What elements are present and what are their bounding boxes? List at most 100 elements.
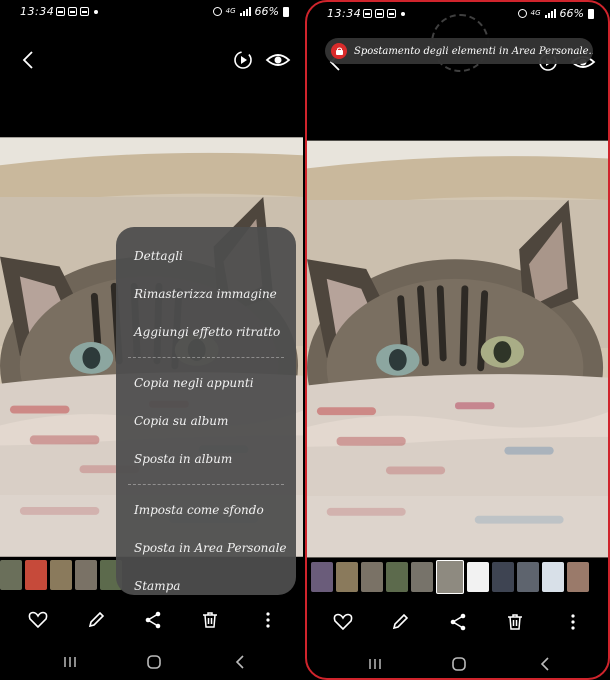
phone-screen-right: 13:34 4G 66% Spostamento degli elementi … bbox=[305, 0, 610, 680]
visibility-button[interactable] bbox=[265, 48, 291, 72]
home-button[interactable] bbox=[449, 654, 469, 674]
favorite-button[interactable] bbox=[26, 608, 50, 632]
home-icon bbox=[147, 655, 161, 669]
thumbnail[interactable] bbox=[567, 562, 589, 592]
thumbnail[interactable] bbox=[75, 560, 97, 590]
nav-back-icon bbox=[235, 655, 244, 669]
menu-item-remaster[interactable]: Rimasterizza immagine bbox=[116, 275, 296, 313]
thumbnail[interactable] bbox=[411, 562, 433, 592]
delete-button[interactable] bbox=[198, 608, 222, 632]
thumbnail[interactable] bbox=[492, 562, 514, 592]
battery-icon bbox=[588, 8, 594, 19]
more-vertical-icon bbox=[266, 612, 270, 628]
image-notification-icon bbox=[375, 9, 384, 18]
edit-button[interactable] bbox=[84, 608, 108, 632]
more-options-menu: Dettagli Rimasterizza immagine Aggiungi … bbox=[116, 227, 296, 595]
share-button[interactable] bbox=[446, 610, 470, 634]
share-button[interactable] bbox=[141, 608, 165, 632]
status-bar: 13:34 4G 66% bbox=[0, 0, 303, 26]
remaster-button[interactable] bbox=[231, 48, 255, 72]
more-options-button[interactable] bbox=[256, 608, 280, 632]
pencil-icon bbox=[88, 611, 105, 628]
phone-screen-left: 13:34 4G 66% Dettagli Rimasterizza immag… bbox=[0, 0, 303, 680]
remaster-icon bbox=[234, 51, 252, 69]
thumbnail[interactable] bbox=[517, 562, 539, 592]
menu-item-set-wallpaper[interactable]: Imposta come sfondo bbox=[116, 491, 296, 529]
edit-button[interactable] bbox=[388, 610, 412, 634]
thumbnail-strip[interactable] bbox=[307, 560, 608, 596]
heart-icon bbox=[333, 613, 353, 631]
signal-icon bbox=[239, 7, 251, 16]
home-icon bbox=[452, 657, 466, 671]
gallery-notification-icon bbox=[363, 9, 372, 18]
more-options-button[interactable] bbox=[561, 610, 585, 634]
status-time: 13:34 bbox=[20, 5, 55, 18]
system-nav-bar bbox=[0, 648, 303, 676]
status-right: 4G 66% bbox=[212, 5, 289, 18]
notification-icons bbox=[363, 9, 405, 18]
thumbnail[interactable] bbox=[0, 560, 22, 590]
thumbnail[interactable] bbox=[25, 560, 47, 590]
thumbnail[interactable] bbox=[361, 562, 383, 592]
heart-icon bbox=[28, 611, 48, 629]
nav-back-button[interactable] bbox=[535, 654, 555, 674]
pencil-icon bbox=[392, 613, 409, 630]
thumbnail[interactable] bbox=[50, 560, 72, 590]
viewer-bottom-bar bbox=[0, 604, 303, 636]
menu-item-copy-album[interactable]: Copia su album bbox=[116, 402, 296, 440]
recents-icon bbox=[64, 657, 76, 667]
menu-item-copy-clipboard[interactable]: Copia negli appunti bbox=[116, 364, 296, 402]
viewer-top-bar bbox=[0, 44, 303, 76]
battery-percent: 66% bbox=[254, 5, 279, 18]
home-button[interactable] bbox=[144, 652, 164, 672]
eye-icon bbox=[265, 54, 291, 66]
viewer-bottom-bar bbox=[307, 606, 608, 638]
app-notification-icon bbox=[80, 7, 89, 16]
battery-percent: 66% bbox=[559, 7, 584, 20]
chevron-left-icon bbox=[22, 51, 33, 69]
thumbnail[interactable] bbox=[542, 562, 564, 592]
more-vertical-icon bbox=[571, 614, 575, 630]
network-type: 4G bbox=[225, 7, 236, 15]
menu-item-details[interactable]: Dettagli bbox=[116, 237, 296, 275]
notification-icons bbox=[56, 7, 98, 16]
trash-icon bbox=[203, 612, 217, 628]
image-notification-icon bbox=[68, 7, 77, 16]
network-type: 4G bbox=[530, 9, 541, 17]
menu-item-portrait-effect[interactable]: Aggiungi effetto ritratto bbox=[116, 313, 296, 351]
status-right: 4G 66% bbox=[517, 7, 594, 20]
menu-divider bbox=[128, 484, 284, 485]
nav-back-button[interactable] bbox=[230, 652, 250, 672]
alarm-icon bbox=[212, 7, 222, 16]
thumbnail[interactable] bbox=[467, 562, 489, 592]
secure-folder-icon bbox=[331, 43, 347, 59]
menu-item-move-secure-folder[interactable]: Sposta in Area Personale bbox=[116, 529, 296, 567]
back-button[interactable] bbox=[18, 48, 38, 72]
system-nav-bar bbox=[307, 650, 608, 678]
thumbnail-selected[interactable] bbox=[436, 560, 464, 594]
trash-icon bbox=[508, 614, 522, 630]
move-toast: Spostamento degli elementi in Area Perso… bbox=[325, 38, 593, 64]
app-notification-icon bbox=[387, 9, 396, 18]
share-icon bbox=[450, 613, 466, 631]
cat-photo bbox=[307, 138, 608, 560]
thumbnail[interactable] bbox=[311, 562, 333, 592]
thumbnail[interactable] bbox=[336, 562, 358, 592]
favorite-button[interactable] bbox=[331, 610, 355, 634]
menu-divider bbox=[128, 357, 284, 358]
signal-icon bbox=[544, 9, 556, 18]
delete-button[interactable] bbox=[503, 610, 527, 634]
thumbnail[interactable] bbox=[386, 562, 408, 592]
recents-icon bbox=[369, 659, 381, 669]
more-notifications-icon bbox=[94, 10, 98, 14]
recents-button[interactable] bbox=[365, 654, 385, 674]
menu-item-print[interactable]: Stampa bbox=[116, 567, 296, 605]
toast-message: Spostamento degli elementi in Area Perso… bbox=[354, 45, 593, 57]
share-icon bbox=[145, 611, 161, 629]
recents-button[interactable] bbox=[60, 652, 80, 672]
nav-back-icon bbox=[540, 657, 549, 671]
status-time: 13:34 bbox=[327, 7, 362, 20]
battery-icon bbox=[283, 6, 289, 17]
menu-item-move-album[interactable]: Sposta in album bbox=[116, 440, 296, 478]
photo-view[interactable] bbox=[307, 138, 608, 560]
